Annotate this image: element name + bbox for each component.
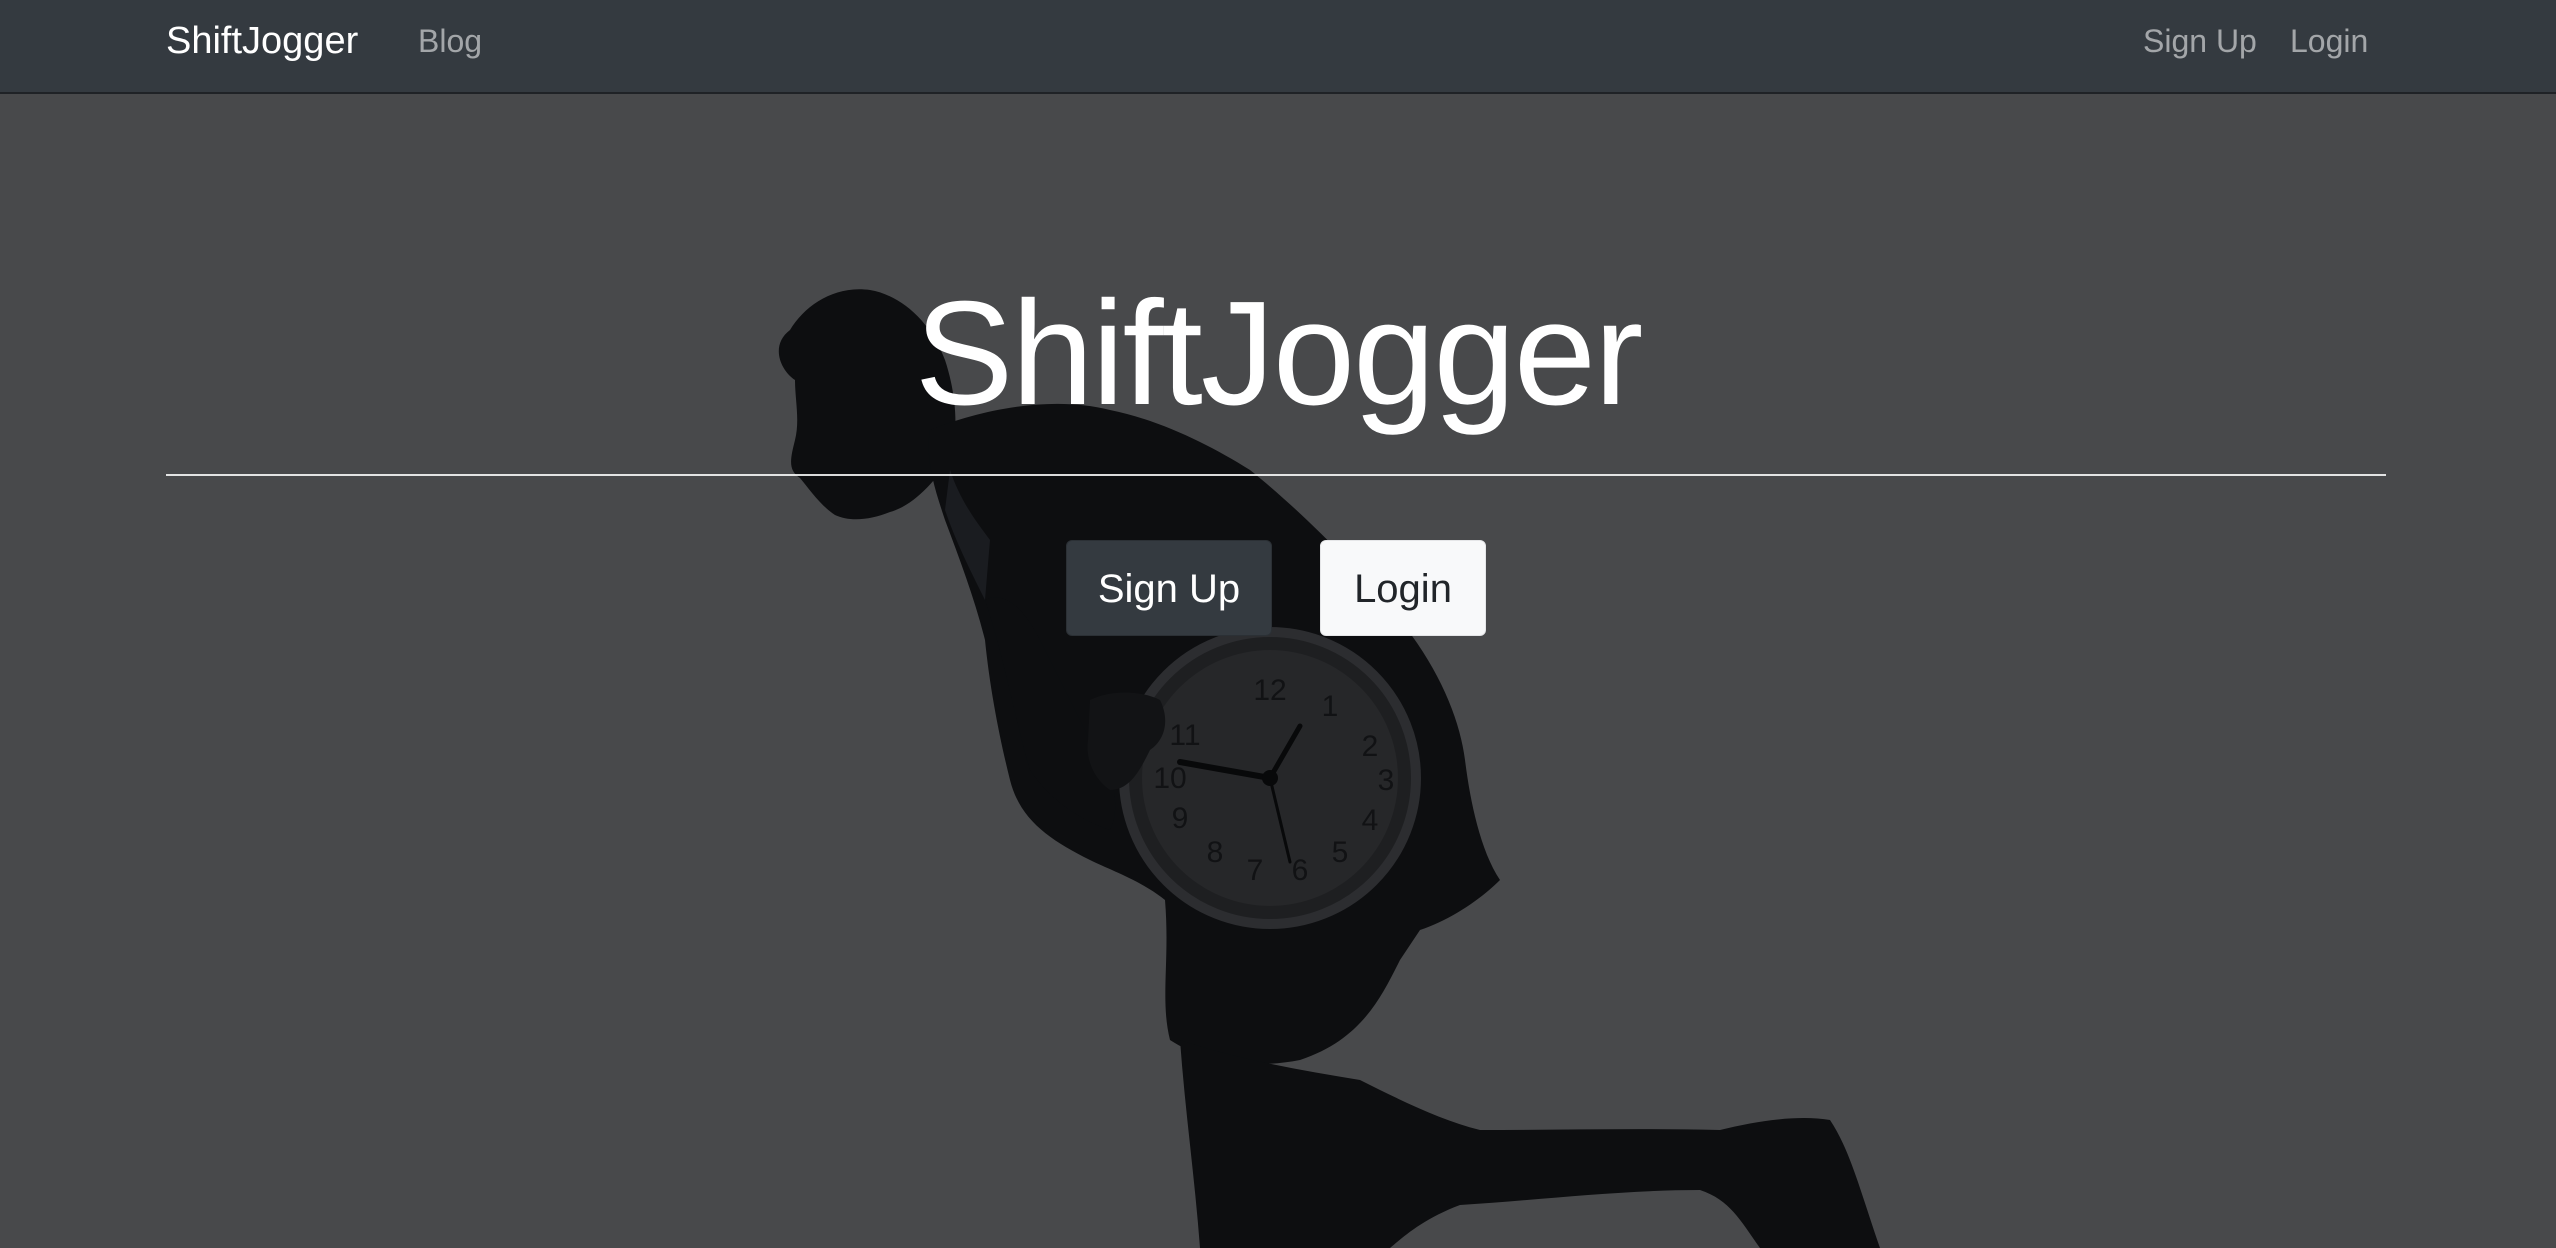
hero-section: 12 1 2 3 4 5 6 7 8 9 10 11 ShiftJogger S… bbox=[0, 96, 2556, 1248]
hero-login-button[interactable]: Login bbox=[1320, 540, 1486, 636]
svg-text:8: 8 bbox=[1207, 836, 1224, 869]
svg-text:12: 12 bbox=[1253, 674, 1286, 707]
svg-text:5: 5 bbox=[1332, 836, 1349, 869]
svg-text:10: 10 bbox=[1153, 762, 1186, 795]
nav-link-login[interactable]: Login bbox=[2290, 18, 2368, 64]
svg-text:11: 11 bbox=[1169, 719, 1200, 752]
hero-divider bbox=[166, 474, 2386, 476]
svg-text:3: 3 bbox=[1378, 764, 1395, 797]
hero-sign-up-button[interactable]: Sign Up bbox=[1066, 540, 1272, 636]
brand-link[interactable]: ShiftJogger bbox=[166, 16, 358, 66]
svg-text:7: 7 bbox=[1247, 854, 1264, 887]
hero-title: ShiftJogger bbox=[914, 271, 1644, 436]
svg-text:2: 2 bbox=[1362, 730, 1379, 763]
top-navbar: ShiftJogger Blog Sign Up Login bbox=[0, 0, 2556, 94]
svg-text:6: 6 bbox=[1292, 854, 1309, 887]
svg-text:1: 1 bbox=[1322, 690, 1339, 723]
svg-text:4: 4 bbox=[1362, 804, 1379, 837]
nav-link-sign-up[interactable]: Sign Up bbox=[2143, 18, 2257, 64]
nav-link-blog[interactable]: Blog bbox=[418, 18, 482, 64]
svg-text:9: 9 bbox=[1172, 802, 1189, 835]
